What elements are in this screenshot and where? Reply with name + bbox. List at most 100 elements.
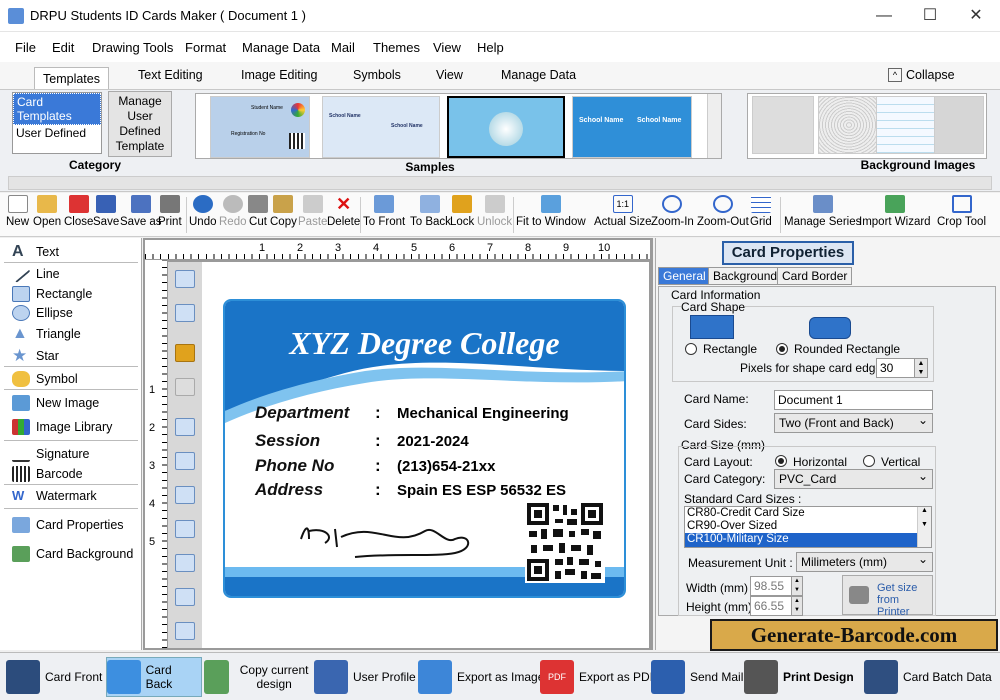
tool-rectangle[interactable]: Rectangle (12, 286, 92, 302)
radio-rounded-rectangle[interactable] (776, 343, 788, 355)
maximize-icon[interactable]: ☐ (920, 6, 940, 26)
tab-text-editing[interactable]: Text Editing (138, 68, 203, 82)
print-design-button[interactable]: Print Design (744, 657, 854, 697)
export-as-image-button[interactable]: Export as Image (418, 657, 544, 697)
open-button[interactable]: Open (33, 195, 61, 228)
tab-manage-data[interactable]: Manage Data (501, 68, 576, 82)
align-top-icon[interactable] (175, 486, 195, 504)
cut-button[interactable]: Cut (248, 195, 268, 228)
card-category-select[interactable]: PVC_Card (774, 469, 933, 489)
card-sides-select[interactable]: Two (Front and Back) (774, 413, 933, 433)
menu-drawing-tools[interactable]: Drawing Tools (92, 40, 173, 55)
grid-button[interactable]: Grid (750, 195, 772, 228)
height-input[interactable]: 66.55 (750, 596, 792, 616)
pixels-spinner[interactable]: ▲ ▼ (914, 358, 928, 378)
size-option[interactable]: CR90-Over Sized (685, 520, 931, 533)
tab-templates[interactable]: Templates (34, 67, 109, 91)
width-spinner[interactable]: ▲ ▼ (791, 576, 803, 596)
center-horizontal-icon[interactable] (175, 554, 195, 572)
card-front-button[interactable]: Card Front (6, 657, 102, 697)
tool-ellipse[interactable]: Ellipse (12, 305, 73, 321)
size-option[interactable]: CR80-Credit Card Size (685, 507, 931, 520)
export-as-pdf-button[interactable]: PDF Export as PDF (540, 657, 657, 697)
manage-user-defined-template-button[interactable]: Manage User Defined Template (108, 91, 172, 157)
fit-to-window-button[interactable]: Fit to Window (516, 195, 586, 228)
copy-current-design-button[interactable]: Copy current design (204, 657, 314, 697)
card-name-input[interactable]: Document 1 (774, 390, 933, 410)
zoom-out-button[interactable]: Zoom-Out (697, 195, 749, 228)
align-left-icon[interactable] (175, 418, 195, 436)
lock-button[interactable]: Lock (450, 195, 474, 228)
menu-view[interactable]: View (433, 40, 461, 55)
tab-background[interactable]: Background (708, 267, 783, 285)
actual-size-button[interactable]: 1:1 Actual Size (594, 195, 652, 228)
crop-tool-button[interactable]: Crop Tool (937, 195, 986, 228)
send-mail-button[interactable]: Send Mail (651, 657, 743, 697)
tool-new-image[interactable]: New Image (12, 395, 99, 411)
to-back-button[interactable]: To Back (410, 195, 451, 228)
menu-help[interactable]: Help (477, 40, 504, 55)
radio-rectangle[interactable] (685, 343, 697, 355)
tool-star[interactable]: ★ Star (12, 347, 59, 364)
height-spinner[interactable]: ▲ ▼ (791, 596, 803, 616)
tool-signature[interactable]: Signature (12, 446, 90, 462)
lock-icon[interactable] (175, 344, 195, 362)
close-button[interactable]: Close (64, 195, 93, 228)
ribbon-hscrollbar[interactable] (8, 176, 992, 190)
undo-button[interactable]: Undo (189, 195, 217, 228)
category-user-defined[interactable]: User Defined (13, 125, 101, 141)
radio-horizontal[interactable] (775, 455, 787, 467)
samples-scrollbar[interactable] (707, 94, 721, 158)
menu-format[interactable]: Format (185, 40, 226, 55)
id-card[interactable]: XYZ Degree College Department : Mechanic… (223, 299, 626, 598)
menu-edit[interactable]: Edit (52, 40, 74, 55)
tool-symbol[interactable]: Symbol (12, 371, 78, 387)
sizes-scrollbar[interactable]: ▲ ▼ (917, 507, 931, 547)
align-bottom-icon[interactable] (175, 520, 195, 538)
paste-button[interactable]: Paste (298, 195, 327, 228)
rectangle-shape-icon[interactable] (690, 315, 734, 339)
unlock-icon[interactable] (175, 378, 195, 396)
import-wizard-button[interactable]: Import Wizard (859, 195, 931, 228)
background-image-4[interactable] (934, 96, 984, 154)
card-batch-data-button[interactable]: Card Batch Data (864, 657, 992, 697)
tool-image-library[interactable]: Image Library (12, 419, 112, 435)
background-image-1[interactable] (752, 96, 814, 154)
menu-manage-data[interactable]: Manage Data (242, 40, 320, 55)
delete-button[interactable]: ✕ Delete (327, 195, 360, 228)
measurement-unit-select[interactable]: Milimeters (mm) (796, 552, 933, 572)
tab-view[interactable]: View (436, 68, 463, 82)
sample-template-3[interactable] (447, 96, 565, 158)
standard-sizes-list[interactable]: CR80-Credit Card Size CR90-Over Sized CR… (684, 506, 932, 548)
background-image-2[interactable] (818, 96, 880, 154)
save-button[interactable]: Save (93, 195, 119, 228)
sample-template-2[interactable]: School Name School Name (322, 96, 440, 158)
close-icon[interactable]: ✕ (966, 6, 986, 26)
width-input[interactable]: 98.55 (750, 576, 792, 596)
tool-triangle[interactable]: ▲ Triangle (12, 326, 81, 342)
menu-file[interactable]: File (15, 40, 36, 55)
user-profile-button[interactable]: User Profile (314, 657, 416, 697)
zoom-in-button[interactable]: Zoom-In (651, 195, 694, 228)
bring-forward-icon[interactable] (175, 270, 195, 288)
send-backward-icon[interactable] (175, 304, 195, 322)
card-back-button[interactable]: Card Back (106, 657, 202, 697)
save-as-button[interactable]: Save as (120, 195, 162, 228)
tool-watermark[interactable]: W Watermark (12, 488, 97, 504)
tool-text[interactable]: A Text (12, 244, 59, 260)
tab-card-border[interactable]: Card Border (777, 267, 853, 285)
background-image-3[interactable] (876, 96, 938, 154)
align-right-icon[interactable] (175, 452, 195, 470)
get-size-from-printer-button[interactable]: Get size from Printer (842, 575, 933, 618)
new-button[interactable]: New (6, 195, 29, 228)
tab-symbols[interactable]: Symbols (353, 68, 401, 82)
tab-image-editing[interactable]: Image Editing (241, 68, 317, 82)
category-card-templates[interactable]: Card Templates (13, 93, 101, 125)
sample-template-4[interactable]: School Name School Name (572, 96, 692, 158)
minimize-icon[interactable]: — (874, 6, 894, 26)
fit-icon[interactable] (175, 622, 195, 640)
center-vertical-icon[interactable] (175, 588, 195, 606)
sample-template-1[interactable]: Student Name Registration No (210, 96, 310, 158)
rounded-rectangle-shape-icon[interactable] (809, 317, 851, 339)
collapse-button[interactable]: ^ Collapse (888, 68, 955, 82)
